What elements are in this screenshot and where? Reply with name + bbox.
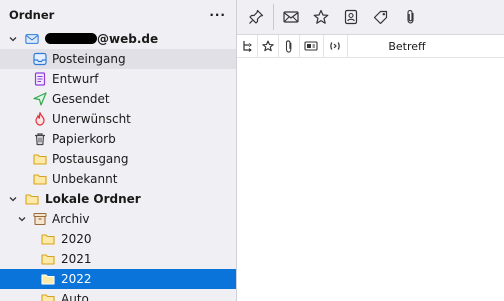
pin-icon[interactable] (246, 7, 266, 27)
folder-spam[interactable]: Unerwünscht (0, 109, 236, 129)
paperclip-icon[interactable] (401, 7, 421, 27)
local-folders-label: Lokale Ordner (45, 192, 141, 206)
spam-flame-icon (33, 112, 47, 126)
folder-icon (33, 172, 47, 186)
account-row[interactable]: @web.de (0, 29, 236, 49)
chevron-down-icon[interactable] (8, 34, 18, 44)
folder-tree: @web.de Posteingang Entwurf Gesendet Une… (0, 29, 236, 301)
contact-card-icon[interactable] (341, 7, 361, 27)
folder-label: 2022 (61, 272, 92, 286)
folder-auto[interactable]: Auto (0, 289, 236, 301)
folder-pane-menu-button[interactable]: ··· (207, 8, 228, 22)
folder-label: 2020 (61, 232, 92, 246)
folder-outbox[interactable]: Postausgang (0, 149, 236, 169)
folder-label: Unbekannt (52, 172, 118, 186)
folder-pane-title: Ordner (9, 8, 55, 22)
folder-label: Gesendet (52, 92, 110, 106)
folder-year-2021[interactable]: 2021 (0, 249, 236, 269)
account-email: @web.de (45, 32, 158, 46)
folder-icon (33, 152, 47, 166)
folder-label: Auto (61, 292, 89, 301)
folder-pane: Ordner ··· @web.de Posteingang Entwurf G… (0, 0, 236, 301)
trash-icon (33, 132, 47, 146)
star-icon[interactable] (311, 7, 331, 27)
message-pane: Betreff (237, 0, 504, 301)
archive-box-icon (33, 212, 47, 226)
folder-year-2022[interactable]: 2022 (0, 269, 236, 289)
junk-column-icon[interactable] (299, 35, 324, 57)
folder-trash[interactable]: Papierkorb (0, 129, 236, 149)
folder-pane-header: Ordner ··· (0, 0, 236, 30)
mail-account-icon (25, 32, 39, 46)
folder-archive[interactable]: Archiv (0, 209, 236, 229)
folder-label: Postausgang (52, 152, 129, 166)
folder-inbox[interactable]: Posteingang (0, 49, 236, 69)
subject-column-header[interactable]: Betreff (347, 35, 467, 57)
folder-label: Papierkorb (52, 132, 116, 146)
inbox-icon (33, 52, 47, 66)
folder-year-2020[interactable]: 2020 (0, 229, 236, 249)
send-icon (33, 92, 47, 106)
folder-label: 2021 (61, 252, 92, 266)
folder-label: Posteingang (52, 52, 126, 66)
folder-icon (41, 292, 55, 301)
folder-label: Unerwünscht (52, 112, 131, 126)
drafts-icon (33, 72, 47, 86)
account-email-suffix: @web.de (97, 32, 159, 46)
tag-icon[interactable] (371, 7, 391, 27)
envelope-icon[interactable] (281, 7, 301, 27)
folder-label: Archiv (52, 212, 90, 226)
mail-app: Ordner ··· @web.de Posteingang Entwurf G… (0, 0, 504, 301)
thread-column-icon[interactable] (237, 35, 258, 57)
folder-icon (41, 252, 55, 266)
thread-status-column-icon[interactable] (323, 35, 348, 57)
folder-drafts[interactable]: Entwurf (0, 69, 236, 89)
message-list-column-header: Betreff (237, 35, 504, 58)
local-folder-icon (25, 192, 39, 206)
folder-unknown[interactable]: Unbekannt (0, 169, 236, 189)
redacted-block (45, 33, 97, 44)
folder-icon (41, 272, 55, 286)
star-column-icon[interactable] (257, 35, 279, 57)
quick-filter-toolbar (237, 0, 504, 35)
attachment-column-icon[interactable] (278, 35, 300, 57)
folder-icon (41, 232, 55, 246)
chevron-down-icon[interactable] (17, 214, 27, 224)
toolbar-separator (273, 4, 274, 30)
local-folders-row[interactable]: Lokale Ordner (0, 189, 236, 209)
folder-label: Entwurf (52, 72, 99, 86)
chevron-down-icon[interactable] (8, 194, 18, 204)
folder-sent[interactable]: Gesendet (0, 89, 236, 109)
